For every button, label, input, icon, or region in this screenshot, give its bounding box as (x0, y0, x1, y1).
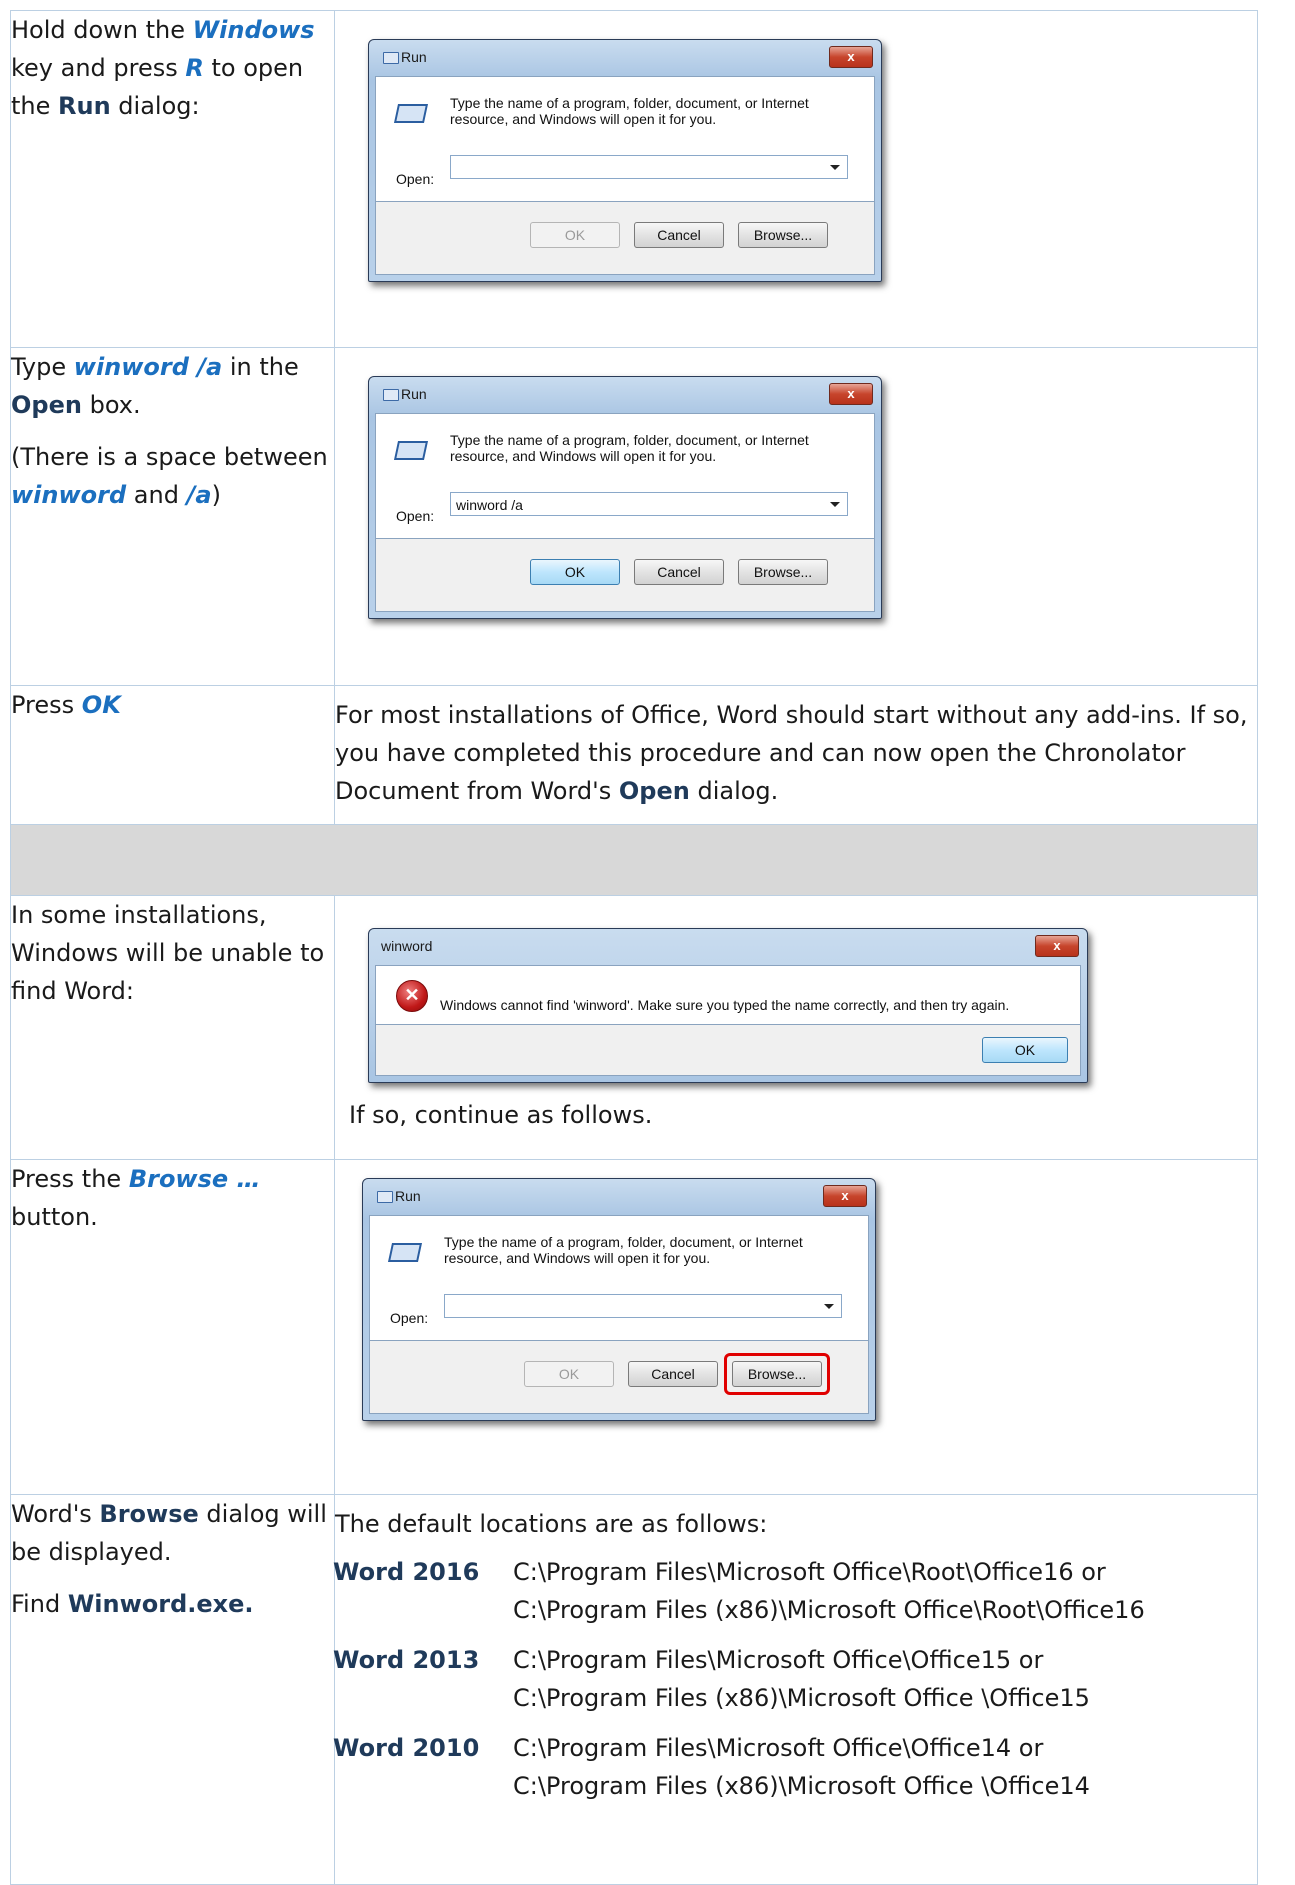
dialog-titlebar: Run x (369, 1179, 869, 1215)
step-instruction: Word's Browse dialog will be displayed. (11, 1500, 327, 1566)
dialog-body: Type the name of a program, folder, docu… (369, 1215, 869, 1341)
dialog-footer: OK Cancel Browse... (369, 1341, 869, 1414)
word-version: Word 2016 (333, 1558, 480, 1586)
open-input[interactable] (444, 1294, 842, 1318)
close-icon[interactable]: x (829, 383, 873, 405)
word-version: Word 2013 (333, 1646, 480, 1674)
location-row: Word 2013 C:\Program Files\Microsoft Off… (333, 1641, 1145, 1729)
open-label: Open: (396, 508, 435, 524)
run-program-icon (393, 101, 429, 123)
dialog-titlebar: Run x (375, 40, 875, 76)
run-dialog: Run x Type the name of a program, folder… (368, 39, 882, 282)
dialog-message: Type the name of a program, folder, docu… (444, 1234, 803, 1266)
step-instruction-cell: Press OK (10, 685, 335, 825)
instructions-table: Hold down the Windows key and press R to… (10, 10, 1258, 1885)
windows-key-text: Windows (192, 16, 315, 44)
dialog-body: ✕ Windows cannot find 'winword'. Make su… (375, 965, 1081, 1025)
step-row-press-browse: Press the Browse … button. Run x Type th… (10, 1159, 1258, 1495)
step-description: For most installations of Office, Word s… (335, 701, 1248, 805)
step-instruction-cell: Press the Browse … button. (10, 1159, 335, 1495)
step-row-open-run: Hold down the Windows key and press R to… (10, 10, 1258, 348)
close-icon[interactable]: x (823, 1185, 867, 1207)
browse-button[interactable]: Browse... (738, 222, 828, 248)
separator-cell (10, 824, 1258, 896)
run-icon (377, 1191, 393, 1203)
dialog-footer: OK (375, 1025, 1081, 1076)
chevron-down-icon[interactable] (830, 165, 840, 170)
dialog-message: Type the name of a program, folder, docu… (450, 432, 809, 464)
step-row-cannot-find: In some installations, Windows will be u… (10, 895, 1258, 1160)
locations-cell: The default locations are as follows: Wo… (333, 1494, 1258, 1885)
location-paths: C:\Program Files\Microsoft Office\Office… (513, 1734, 1090, 1800)
ok-button[interactable]: OK (530, 222, 620, 248)
step-instruction-cell: In some installations, Windows will be u… (10, 895, 335, 1160)
open-label: Open: (390, 1310, 429, 1326)
cancel-button[interactable]: Cancel (628, 1361, 718, 1387)
open-label: Open: (396, 171, 435, 187)
step-note: Find Winword.exe. (11, 1590, 254, 1618)
step-instruction: Type winword /a in the Open box. (11, 353, 299, 419)
error-message: Windows cannot find 'winword'. Make sure… (440, 997, 1010, 1013)
locations-intro: The default locations are as follows: (335, 1510, 768, 1538)
dialog-footer: OK Cancel Browse... (375, 539, 875, 612)
dialog-body: Type the name of a program, folder, docu… (375, 413, 875, 539)
run-program-icon (393, 438, 429, 460)
locations-table: Word 2016 C:\Program Files\Microsoft Off… (333, 1553, 1145, 1817)
cancel-button[interactable]: Cancel (634, 222, 724, 248)
location-row: Word 2010 C:\Program Files\Microsoft Off… (333, 1729, 1145, 1817)
step-row-find-winword: Word's Browse dialog will be displayed. … (10, 1494, 1258, 1885)
dialog-title: Run (401, 386, 427, 402)
step-image-cell: Run x Type the name of a program, folder… (334, 1159, 1258, 1495)
step-image-cell: Run x Type the name of a program, folder… (334, 10, 1258, 348)
error-dialog: winword x ✕ Windows cannot find 'winword… (368, 928, 1088, 1083)
close-icon[interactable]: x (1035, 935, 1079, 957)
dialog-titlebar: winword x (375, 929, 1081, 965)
dialog-footer: OK Cancel Browse... (375, 202, 875, 275)
step-row-press-ok: Press OK For most installations of Offic… (10, 685, 1258, 825)
dialog-title: Run (395, 1188, 421, 1204)
open-input[interactable] (450, 155, 848, 179)
step-instruction: Press OK (11, 691, 121, 719)
location-paths: C:\Program Files\Microsoft Office\Root\O… (513, 1558, 1145, 1624)
step-instruction-cell: Word's Browse dialog will be displayed. … (10, 1494, 335, 1885)
step-instruction: In some installations, Windows will be u… (11, 901, 325, 1005)
step-note: (There is a space between winword and /a… (11, 443, 328, 509)
close-icon[interactable]: x (829, 46, 873, 68)
dialog-message: Type the name of a program, folder, docu… (450, 95, 809, 127)
word-version: Word 2010 (333, 1734, 480, 1762)
dialog-title: winword (381, 938, 433, 954)
run-icon (383, 389, 399, 401)
chevron-down-icon[interactable] (824, 1304, 834, 1309)
run-dialog: Run x Type the name of a program, folder… (362, 1178, 876, 1421)
step-image-cell: Run x Type the name of a program, folder… (334, 347, 1258, 686)
chevron-down-icon[interactable] (830, 502, 840, 507)
cancel-button[interactable]: Cancel (634, 559, 724, 585)
error-icon: ✕ (396, 980, 428, 1012)
step-row-type-command: Type winword /a in the Open box. (There … (10, 347, 1258, 686)
dialog-titlebar: Run x (375, 377, 875, 413)
ok-button[interactable]: OK (530, 559, 620, 585)
step-instruction-cell: Type winword /a in the Open box. (There … (10, 347, 335, 686)
followup-text: If so, continue as follows. (349, 1101, 653, 1129)
run-icon (383, 52, 399, 64)
location-row: Word 2016 C:\Program Files\Microsoft Off… (333, 1553, 1145, 1641)
dialog-body: Type the name of a program, folder, docu… (375, 76, 875, 202)
ok-button[interactable]: OK (982, 1037, 1068, 1063)
step-instruction: Hold down the Windows key and press R to… (11, 16, 315, 120)
run-program-icon (387, 1240, 423, 1262)
browse-button[interactable]: Browse... (738, 559, 828, 585)
location-paths: C:\Program Files\Microsoft Office\Office… (513, 1646, 1090, 1712)
step-image-cell: winword x ✕ Windows cannot find 'winword… (334, 895, 1258, 1160)
run-dialog: Run x Type the name of a program, folder… (368, 376, 882, 619)
browse-highlight (724, 1353, 830, 1395)
step-instruction: Press the Browse … button. (11, 1165, 261, 1231)
step-description-cell: For most installations of Office, Word s… (334, 685, 1258, 825)
r-key-text: R (185, 54, 204, 82)
open-input[interactable]: winword /a (450, 492, 848, 516)
step-instruction-cell: Hold down the Windows key and press R to… (10, 10, 335, 348)
dialog-title: Run (401, 49, 427, 65)
separator-row (10, 824, 1258, 896)
ok-button[interactable]: OK (524, 1361, 614, 1387)
